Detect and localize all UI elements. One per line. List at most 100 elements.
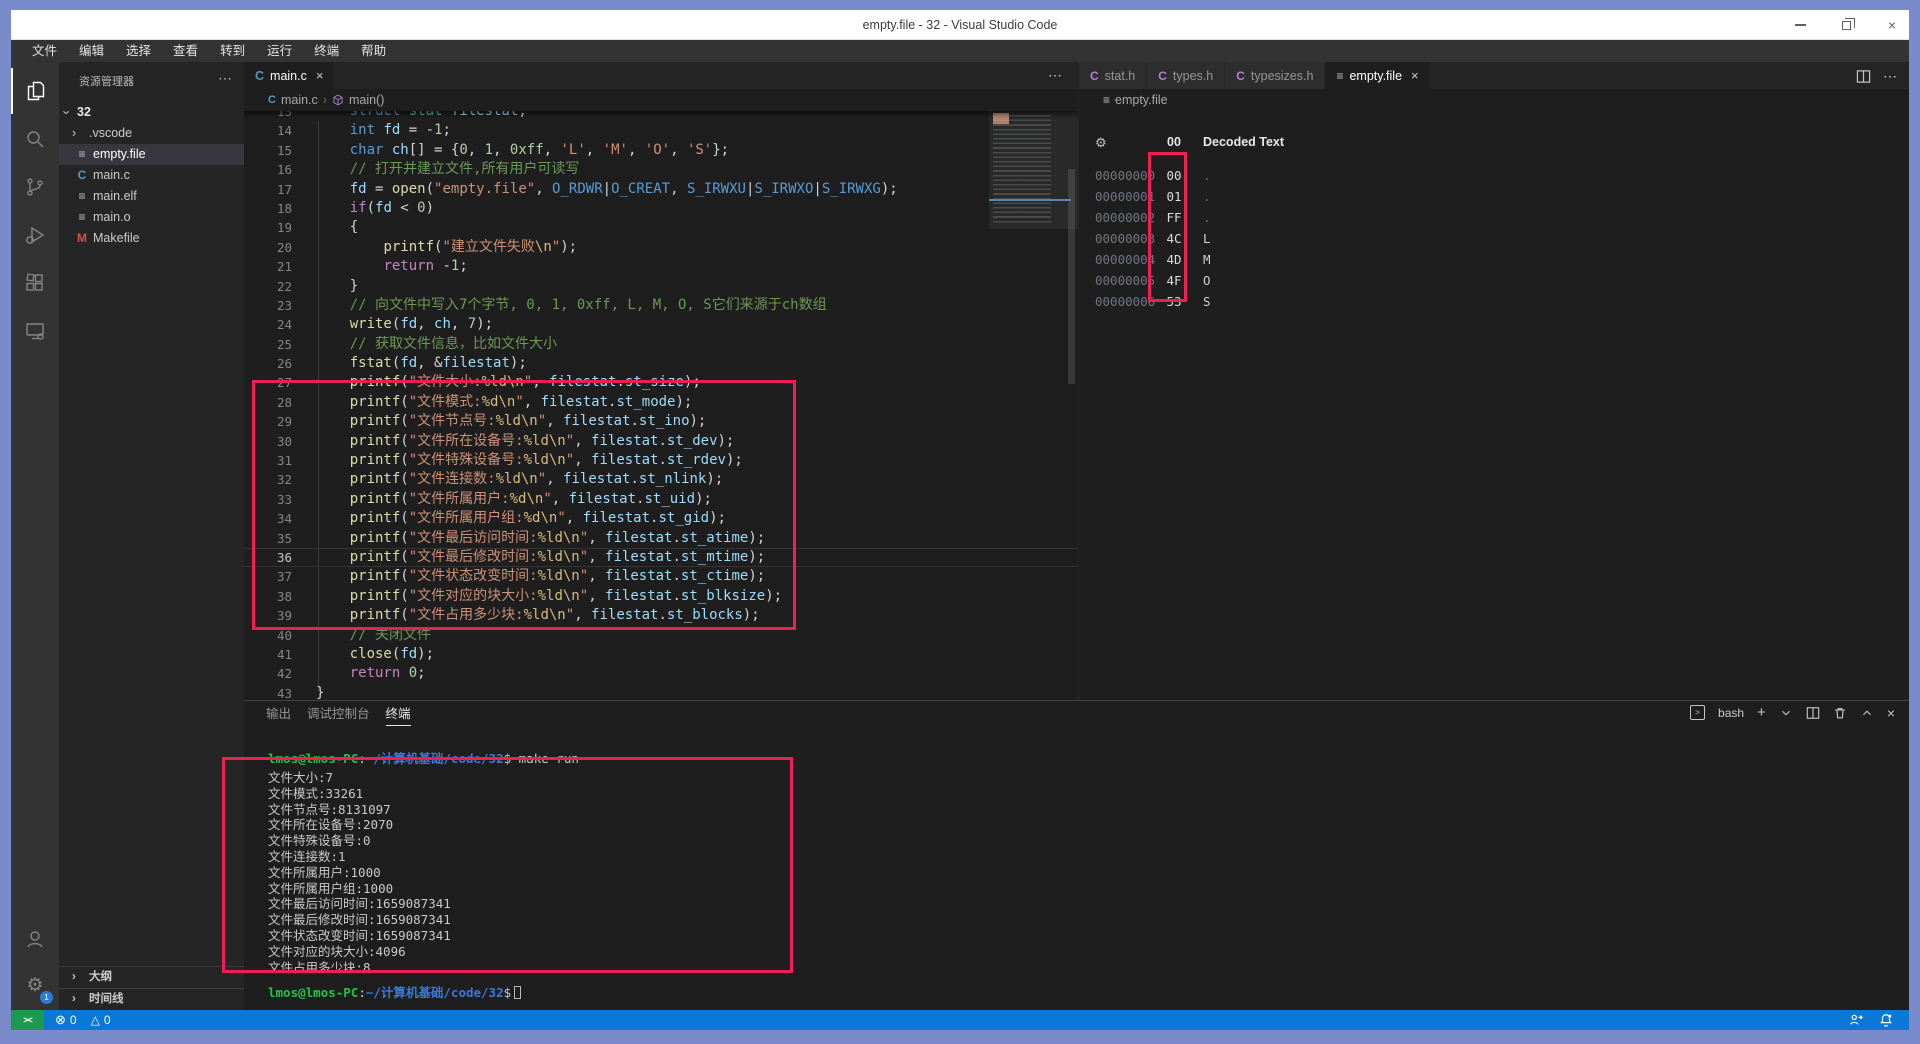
hex-row-00000002[interactable]: 00000002FF. [1079, 207, 1479, 228]
menu-item-选择[interactable]: 选择 [115, 40, 162, 62]
sidebar-more-icon[interactable]: ⋯ [218, 70, 232, 87]
chevron-up-icon[interactable] [1860, 706, 1874, 720]
editor-actions-more-icon[interactable]: ⋯ [1048, 67, 1062, 84]
panel-tab-调试控制台[interactable]: 调试控制台 [307, 701, 370, 726]
tab-stat.h[interactable]: Cstat.h [1079, 62, 1147, 89]
code-line-23[interactable]: 23 // 向文件中写入7个字节, 0, 1, 0xff, L, M, O, S… [244, 296, 1078, 315]
code-line-24[interactable]: 24 write(fd, ch, 7); [244, 315, 1078, 334]
search-icon [23, 127, 47, 151]
menu-item-转到[interactable]: 转到 [209, 40, 256, 62]
hex-decoded: . [1203, 165, 1211, 186]
hex-column-header: 00 [1161, 135, 1187, 149]
code-line-16[interactable]: 16 // 打开并建立文件,所有用户可读写 [244, 160, 1078, 179]
tab-main-c[interactable]: C main.c × [244, 62, 335, 89]
code-line-21[interactable]: 21 return -1; [244, 257, 1078, 276]
file-item-main.o[interactable]: ≡main.o [59, 207, 244, 228]
hex-row-00000006[interactable]: 0000000653S [1079, 291, 1479, 312]
code-text: write(fd, ch, 7); [316, 315, 493, 334]
minimize-button[interactable] [1785, 10, 1815, 40]
file-tree: ›.vscode≡empty.fileCmain.c≡main.elf≡main… [59, 123, 244, 249]
panel-tab-终端[interactable]: 终端 [386, 701, 411, 726]
line-number: 20 [244, 238, 292, 257]
code-text: // 获取文件信息，比如文件大小 [316, 335, 557, 354]
code-line-43[interactable]: 43} [244, 684, 1078, 700]
menu-item-帮助[interactable]: 帮助 [350, 40, 397, 62]
c-header-file-icon: C [1158, 69, 1167, 83]
panel-tabs: 输出调试控制台终端 [266, 701, 411, 727]
file-item-Makefile[interactable]: MMakefile [59, 228, 244, 249]
code-line-20[interactable]: 20 printf("建立文件失败\n"); [244, 238, 1078, 257]
menu-item-文件[interactable]: 文件 [21, 40, 68, 62]
gear-icon[interactable]: ⚙ [1095, 135, 1107, 151]
section-outline[interactable]: › 大纲 [59, 966, 244, 988]
file-item-empty.file[interactable]: ≡empty.file [59, 144, 244, 165]
activity-remote-explorer[interactable] [11, 308, 59, 354]
menu-item-运行[interactable]: 运行 [256, 40, 303, 62]
code-line-15[interactable]: 15 char ch[] = {0, 1, 0xff, 'L', 'M', 'O… [244, 141, 1078, 160]
tab-empty.file[interactable]: ≡empty.file× [1325, 62, 1430, 89]
breadcrumb-file[interactable]: main.c [281, 93, 318, 107]
vertical-scrollbar[interactable] [1068, 169, 1075, 384]
code-line-25[interactable]: 25 // 获取文件信息，比如文件大小 [244, 335, 1078, 354]
file-item-.vscode[interactable]: ›.vscode [59, 123, 244, 144]
hex-row-00000003[interactable]: 000000034CL [1079, 228, 1479, 249]
activity-search[interactable] [11, 116, 59, 162]
activity-explorer[interactable] [11, 68, 59, 114]
menu-item-终端[interactable]: 终端 [303, 40, 350, 62]
trash-icon[interactable] [1833, 706, 1847, 720]
line-number: 17 [244, 180, 292, 199]
problems-status[interactable]: ⊗ 0 △ 0 [55, 1010, 111, 1030]
restore-button[interactable] [1831, 10, 1861, 40]
close-button[interactable]: × [1877, 10, 1907, 40]
close-panel-icon[interactable]: × [1887, 705, 1895, 721]
section-timeline[interactable]: › 时间线 [59, 988, 244, 1010]
code-line-22[interactable]: 22 } [244, 277, 1078, 296]
code-line-14[interactable]: 14 int fd = -1; [244, 121, 1078, 140]
hex-row-00000000[interactable]: 0000000000. [1079, 165, 1479, 186]
bell-icon[interactable] [1879, 1013, 1893, 1027]
file-lines-icon: ≡ [1336, 69, 1343, 83]
activity-run-debug[interactable] [11, 212, 59, 258]
breadcrumb[interactable]: C main.c › main() [244, 89, 1078, 111]
chevron-down-icon[interactable] [1779, 706, 1793, 720]
split-terminal-icon[interactable] [1806, 706, 1820, 720]
close-icon[interactable]: × [316, 68, 324, 83]
tab-typesizes.h[interactable]: Ctypesizes.h [1225, 62, 1325, 89]
code-line-42[interactable]: 42 return 0; [244, 664, 1078, 683]
code-line-18[interactable]: 18 if(fd < 0) [244, 199, 1078, 218]
settings-button[interactable]: ⚙ 1 [11, 962, 59, 1008]
shell-name[interactable]: bash [1718, 706, 1744, 720]
new-terminal-icon[interactable]: + [1757, 704, 1766, 721]
menu-item-编辑[interactable]: 编辑 [68, 40, 115, 62]
close-icon[interactable]: × [1411, 68, 1419, 83]
menu-item-查看[interactable]: 查看 [162, 40, 209, 62]
hex-row-00000005[interactable]: 000000054FO [1079, 270, 1479, 291]
file-item-main.c[interactable]: Cmain.c [59, 165, 244, 186]
hex-row-00000004[interactable]: 000000044DM [1079, 249, 1479, 270]
breadcrumb-right-file[interactable]: empty.file [1115, 93, 1168, 107]
more-actions-icon[interactable]: ⋯ [1883, 68, 1897, 85]
line-number: 43 [244, 684, 292, 700]
tab-types.h[interactable]: Ctypes.h [1147, 62, 1225, 89]
activity-source-control[interactable] [11, 164, 59, 210]
chevron-right-icon: › [72, 967, 76, 988]
hex-row-00000001[interactable]: 0000000101. [1079, 186, 1479, 207]
account-button[interactable] [11, 916, 59, 962]
panel-tab-输出[interactable]: 输出 [266, 701, 291, 726]
remote-indicator[interactable]: >< [11, 1010, 44, 1030]
code-line-17[interactable]: 17 fd = open("empty.file", O_RDWR|O_CREA… [244, 180, 1078, 199]
minimap-slider[interactable] [989, 111, 1078, 229]
tree-root-32[interactable]: › 32 [59, 102, 244, 123]
tab-bar-left: C main.c × ⋯ [244, 62, 1078, 89]
hex-decoded: . [1203, 186, 1211, 207]
split-editor-icon[interactable] [1856, 69, 1871, 84]
code-line-19[interactable]: 19 { [244, 218, 1078, 237]
file-lines-icon: ≡ [75, 186, 89, 207]
file-item-main.elf[interactable]: ≡main.elf [59, 186, 244, 207]
code-line-41[interactable]: 41 close(fd); [244, 645, 1078, 664]
feedback-icon[interactable] [1849, 1013, 1863, 1027]
code-line-26[interactable]: 26 fstat(fd, &filestat); [244, 354, 1078, 373]
activity-extensions[interactable] [11, 260, 59, 306]
breadcrumb-symbol[interactable]: main() [349, 93, 384, 107]
breadcrumb-right[interactable]: ≡ empty.file [1079, 89, 1909, 111]
